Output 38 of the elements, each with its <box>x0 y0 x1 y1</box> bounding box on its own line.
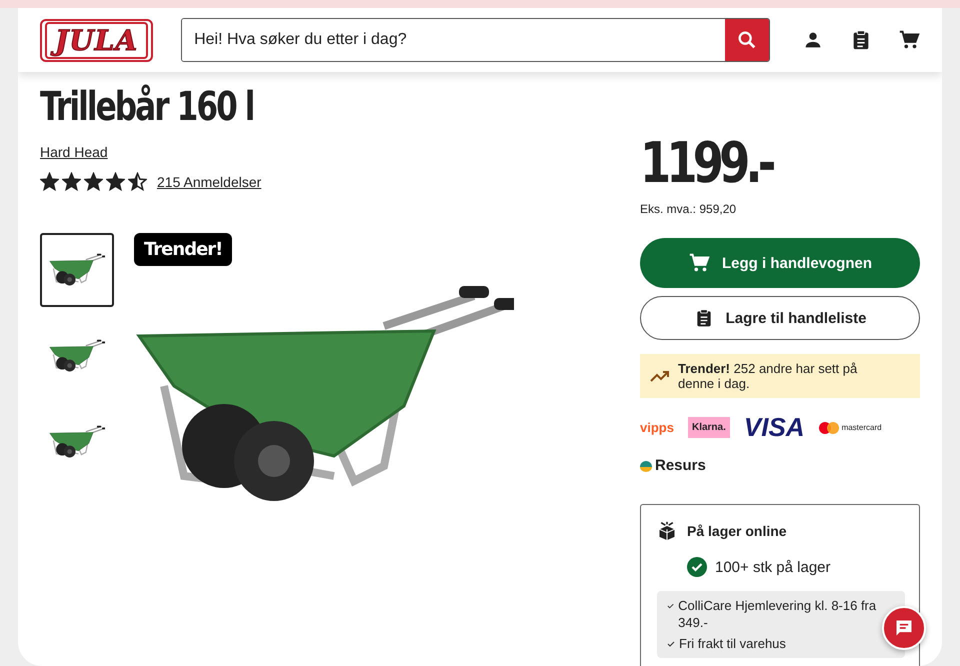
chat-icon <box>894 618 914 638</box>
delivery-option: ColliCare Hjemlevering kl. 8-16 fra 349.- <box>678 597 885 631</box>
search-field[interactable]: Hei! Hva søker du etter i dag? <box>181 18 770 62</box>
check-icon <box>667 641 675 647</box>
add-to-cart-button[interactable]: Legg i handlevognen <box>640 238 920 288</box>
star-icon <box>84 172 103 191</box>
star-icon <box>106 172 125 191</box>
half-star-icon <box>128 172 147 191</box>
product-title: Trillebår 160 l <box>40 84 254 130</box>
payment-logo: VISA <box>744 412 805 443</box>
payment-logo: mastercard <box>818 422 882 434</box>
cart-icon[interactable] <box>898 29 920 51</box>
wheelbarrow-drawing <box>49 425 105 459</box>
reviews-link[interactable]: 215 Anmeldelser <box>157 174 262 190</box>
check-icon <box>667 603 674 609</box>
payment-logo: Klarna. <box>688 417 730 438</box>
price-ex-vat: Eks. mva.: 959,20 <box>640 202 738 216</box>
stock-status: 100+ stk på lager <box>715 558 830 576</box>
trending-badge: Trender! <box>134 233 232 266</box>
stock-title: På lager online <box>687 523 787 539</box>
logo[interactable]: JULA <box>40 18 154 62</box>
star-icon <box>62 172 81 191</box>
wheelbarrow-drawing <box>49 253 105 287</box>
delivery-option: Fri frakt til varehus <box>679 635 786 652</box>
trend-text: Trender! 252 andre har sett på denne i dag. <box>678 361 858 391</box>
payment-logo: vipps <box>640 420 674 435</box>
search-icon <box>736 29 758 51</box>
trend-up-icon <box>650 369 670 383</box>
wheelbarrow-drawing <box>49 339 105 373</box>
package-icon <box>657 521 677 541</box>
brand-link[interactable]: Hard Head <box>40 144 108 160</box>
price: 1199.- <box>640 134 772 194</box>
cart-icon <box>688 252 710 274</box>
payment-logo: Resurs <box>640 457 920 474</box>
save-to-list-button[interactable]: Lagre til handleliste <box>640 296 920 340</box>
star-icon <box>40 172 59 191</box>
thumbnail[interactable] <box>40 233 114 307</box>
search-button[interactable] <box>725 19 769 61</box>
